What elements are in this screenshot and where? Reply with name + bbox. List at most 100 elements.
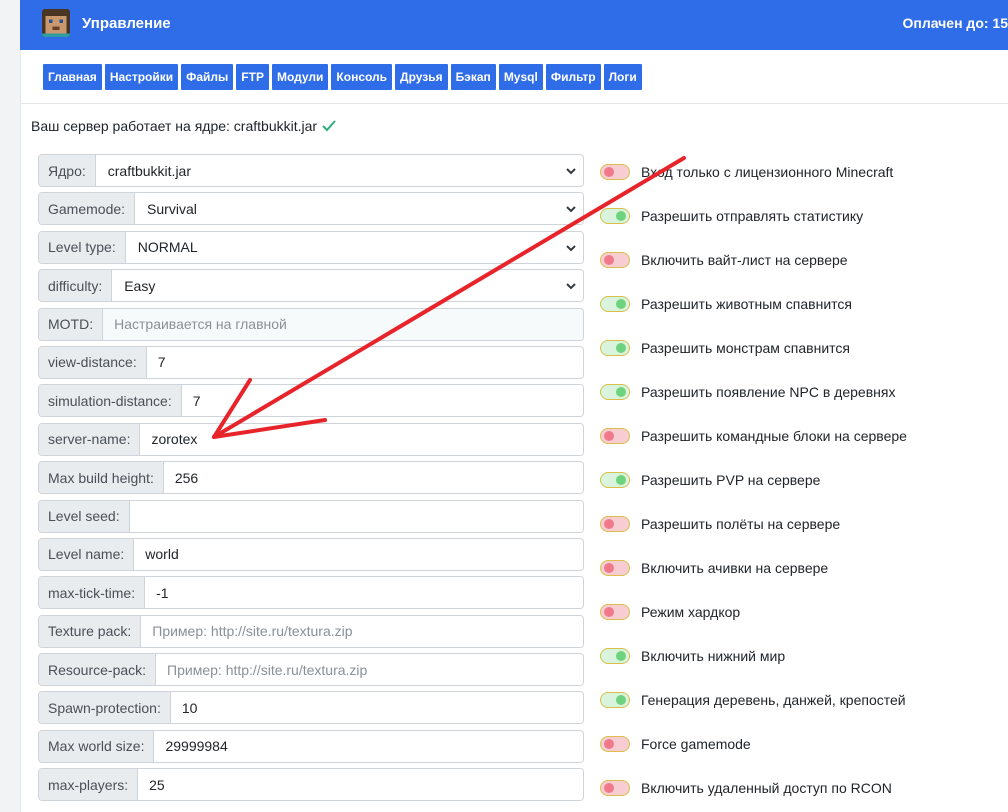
toggle-knob [616, 651, 626, 661]
settings-form: Ядро: craftbukkit.jar Gamemode: Survival Lev… [38, 154, 584, 807]
toggle-row: Разрешить монстрам спавнится [600, 326, 1000, 370]
text-input[interactable]: 7 [146, 346, 583, 378]
select-value: NORMAL [137, 239, 198, 256]
select-field[interactable]: Survival [135, 193, 583, 225]
toggle-switch[interactable] [600, 648, 630, 664]
field-label: Texture pack: [39, 615, 142, 647]
form-row: Level seed: [38, 499, 584, 533]
tab-1[interactable]: Настройки [104, 64, 179, 90]
text-input[interactable]: Пример: http://site.ru/textura.zip [156, 654, 583, 686]
paid-until-label: Оплачен до: 15 [902, 15, 1008, 31]
text-input[interactable]: zorotex [140, 423, 583, 455]
toggle-knob [616, 211, 626, 221]
toggle-label: Force gamemode [641, 736, 751, 752]
text-input[interactable]: 25 [138, 769, 583, 801]
toggle-knob [604, 255, 614, 265]
toggle-switch[interactable] [600, 428, 630, 444]
form-row: max-players: 25 [38, 768, 584, 802]
settings-panel: Главная Настройки Файлы FTP Модули Консоль Дру… [20, 50, 1008, 812]
toggle-switch[interactable] [600, 560, 630, 576]
toggle-switch[interactable] [600, 208, 630, 224]
tab-10[interactable]: Логи [603, 64, 642, 90]
toggle-list: Вход только с лицензионного Minecraft Раз… [600, 150, 1000, 810]
toggle-knob [604, 739, 614, 749]
toggle-label: Разрешить командные блоки на сервере [641, 428, 907, 444]
select-field[interactable]: NORMAL [125, 231, 583, 263]
avatar[interactable] [42, 9, 70, 37]
text-input[interactable]: 256 [163, 462, 583, 494]
check-icon [322, 120, 336, 132]
toggle-switch[interactable] [600, 164, 630, 180]
tab-8[interactable]: Mysql [498, 64, 543, 90]
toggle-switch[interactable] [600, 252, 630, 268]
toggle-row: Force gamemode [600, 722, 1000, 766]
field-label: Max world size: [39, 730, 155, 762]
toggle-knob [604, 563, 614, 573]
select-value: craftbukkit.jar [107, 162, 191, 179]
form-row: Max build height: 256 [38, 461, 584, 495]
tab-2[interactable]: Файлы [181, 64, 234, 90]
text-input[interactable]: 7 [181, 385, 583, 417]
tab-5[interactable]: Консоль [331, 64, 393, 90]
text-input[interactable]: -1 [145, 577, 583, 609]
select-field[interactable]: craftbukkit.jar [95, 155, 583, 186]
toggle-label: Включить удаленный доступ по RCON [641, 780, 892, 796]
toggle-row: Включить вайт-лист на сервере [600, 238, 1000, 282]
text-input[interactable] [129, 500, 583, 532]
toggle-switch[interactable] [600, 780, 630, 796]
text-input[interactable]: 10 [170, 692, 583, 724]
toggle-switch[interactable] [600, 692, 630, 708]
field-label: max-players: [39, 769, 139, 801]
tab-6[interactable]: Друзья [395, 64, 448, 90]
toggle-switch[interactable] [600, 472, 630, 488]
chevron-down-icon [566, 168, 576, 175]
toggle-knob [604, 519, 614, 529]
text-input[interactable]: 29999984 [154, 730, 583, 762]
toggle-switch[interactable] [600, 736, 630, 752]
field-label: max-tick-time: [39, 577, 146, 609]
toggle-label: Разрешить PVP на сервере [641, 472, 821, 488]
form-row: server-name: zorotex [38, 422, 584, 456]
tab-3[interactable]: FTP [236, 64, 269, 90]
toggle-label: Разрешить монстрам спавнится [641, 340, 850, 356]
form-row: Gamemode: Survival [38, 192, 584, 226]
select-field[interactable]: Easy [112, 270, 583, 302]
form-row: difficulty: Easy [38, 269, 584, 303]
toggle-switch[interactable] [600, 384, 630, 400]
toggle-switch[interactable] [600, 604, 630, 620]
toggle-label: Включить вайт-лист на сервере [641, 252, 848, 268]
app-title: Управление [82, 15, 171, 32]
toggle-knob [616, 299, 626, 309]
form-row: Ядро: craftbukkit.jar [38, 154, 584, 187]
chevron-down-icon [566, 283, 576, 290]
toggle-switch[interactable] [600, 296, 630, 312]
field-label: Spawn-protection: [39, 692, 171, 724]
field-label: MOTD: [39, 308, 104, 340]
form-row: Resource-pack: Пример: http://site.ru/tex… [38, 653, 584, 687]
form-row: max-tick-time: -1 [38, 576, 584, 610]
tab-4[interactable]: Модули [271, 64, 329, 90]
field-label: Gamemode: [39, 193, 136, 225]
text-input[interactable]: Пример: http://site.ru/textura.zip [141, 615, 583, 647]
tab-0[interactable]: Главная [43, 64, 102, 90]
toggle-label: Разрешить полёты на сервере [641, 516, 841, 532]
text-input[interactable]: world [134, 538, 583, 570]
toggle-row: Разрешить командные блоки на сервере [600, 414, 1000, 458]
toggle-switch[interactable] [600, 516, 630, 532]
toggle-row: Разрешить отправлять статистику [600, 194, 1000, 238]
toggle-switch[interactable] [600, 340, 630, 356]
tab-7[interactable]: Бэкап [450, 64, 496, 90]
form-row: Texture pack: Пример: http://site.ru/text… [38, 614, 584, 648]
field-label: Level name: [39, 538, 135, 570]
form-row: MOTD: Настраивается на главной [38, 307, 584, 341]
tab-9[interactable]: Фильтр [545, 64, 601, 90]
field-label: difficulty: [39, 270, 113, 302]
toggle-knob [604, 783, 614, 793]
toggle-row: Разрешить появление NPC в деревнях [600, 370, 1000, 414]
field-label: Resource-pack: [39, 654, 157, 686]
field-label: simulation-distance: [39, 385, 182, 417]
server-status: Ваш сервер работает на ядре: craftbukkit… [31, 118, 336, 134]
server-status-text: Ваш сервер работает на ядре: craftbukkit… [31, 118, 318, 134]
toggle-label: Включить нижний мир [641, 648, 786, 664]
toggle-label: Режим хардкор [641, 604, 741, 620]
